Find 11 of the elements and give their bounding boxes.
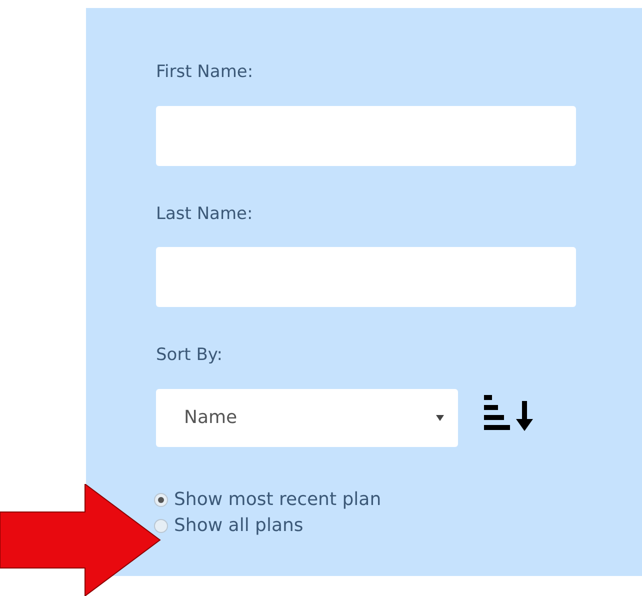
radio-button[interactable]: [154, 518, 168, 533]
field-label: Last Name:: [156, 202, 254, 226]
radio-button[interactable]: [154, 492, 168, 507]
radio-label: Show all plans: [174, 514, 304, 538]
text-field[interactable]: [156, 106, 576, 166]
radio-label: Show most recent plan: [174, 488, 382, 512]
field-label: First Name:: [156, 61, 254, 84]
text-field[interactable]: [156, 247, 576, 307]
sort-select[interactable]: Name: [156, 388, 458, 446]
caret-icon: [436, 414, 444, 420]
field-label: Sort By:: [156, 344, 224, 367]
